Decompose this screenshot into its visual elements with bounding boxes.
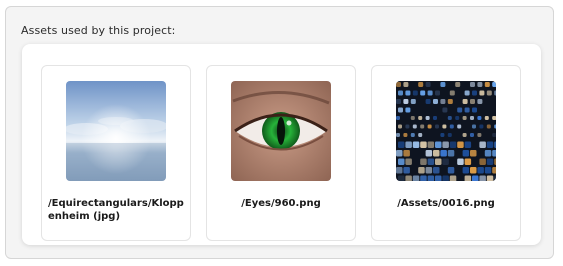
blue-tiles-thumbnail <box>396 81 496 181</box>
sky-panorama-thumbnail <box>66 81 166 181</box>
panel-title: Assets used by this project: <box>21 24 176 37</box>
asset-path-label: /Equirectangulars/Kloppenheim (jpg) <box>48 198 184 222</box>
assets-panel: Assets used by this project: /Equirectan… <box>5 6 554 259</box>
asset-card-kloppenheim[interactable]: /Equirectangulars/Kloppenheim (jpg) <box>41 65 191 241</box>
asset-path-label: /Assets/0016.png <box>397 198 495 209</box>
asset-path-label: /Eyes/960.png <box>241 198 321 209</box>
asset-card-eye[interactable]: /Eyes/960.png <box>206 65 356 241</box>
asset-card-0016[interactable]: /Assets/0016.png <box>371 65 521 241</box>
eye-thumbnail <box>231 81 331 181</box>
assets-list: /Equirectangulars/Kloppenheim (jpg) /Eye… <box>22 44 541 245</box>
